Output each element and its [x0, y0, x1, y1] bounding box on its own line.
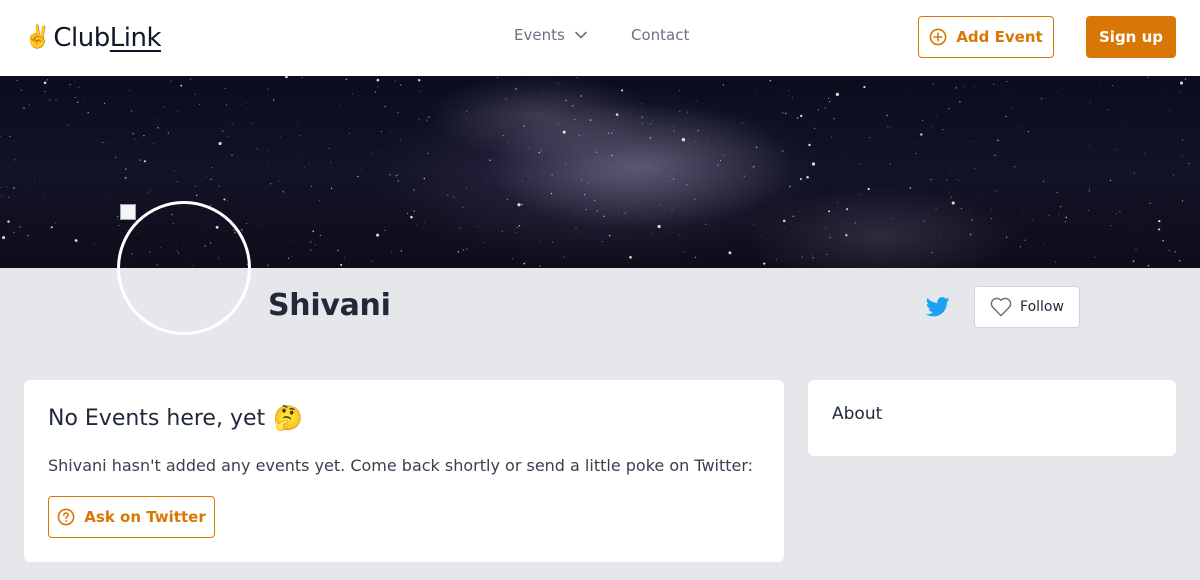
nav-contact-link[interactable]: Contact	[631, 26, 689, 44]
profile-name: Shivani	[268, 288, 391, 323]
add-event-label: Add Event	[956, 28, 1043, 46]
top-navbar: ✌️ Club Link Events Contact Add Event Si…	[0, 0, 1200, 76]
sign-up-button[interactable]: Sign up	[1086, 16, 1176, 58]
question-circle-icon	[57, 508, 75, 526]
thinking-face-icon: 🤔	[273, 404, 304, 432]
clublink-logo[interactable]: ✌️ Club Link	[24, 20, 162, 56]
follow-label: Follow	[1020, 299, 1064, 315]
add-event-button[interactable]: Add Event	[918, 16, 1054, 58]
nav-events-label: Events	[514, 26, 565, 44]
nav-events-dropdown[interactable]: Events	[514, 26, 587, 44]
follow-button[interactable]: Follow	[974, 286, 1080, 328]
twitter-icon[interactable]	[925, 296, 950, 318]
chevron-down-icon	[574, 31, 587, 39]
events-card-title-text: No Events here, yet	[48, 405, 266, 431]
about-card-title: About	[832, 404, 883, 424]
events-card: No Events here, yet 🤔 Shivani hasn't add…	[24, 380, 784, 562]
broken-image-icon	[120, 204, 136, 220]
heart-icon	[990, 297, 1012, 317]
events-card-title: No Events here, yet 🤔	[48, 404, 303, 432]
about-card: About	[808, 380, 1176, 456]
logo-text-link: Link	[109, 23, 162, 53]
logo-text-club: Club	[53, 23, 110, 53]
plus-circle-icon	[929, 28, 947, 46]
ask-on-twitter-button[interactable]: Ask on Twitter	[48, 496, 215, 538]
ask-on-twitter-label: Ask on Twitter	[84, 508, 206, 526]
victory-hand-icon: ✌️	[24, 25, 52, 50]
avatar	[117, 201, 251, 335]
events-card-message: Shivani hasn't added any events yet. Com…	[48, 456, 754, 475]
